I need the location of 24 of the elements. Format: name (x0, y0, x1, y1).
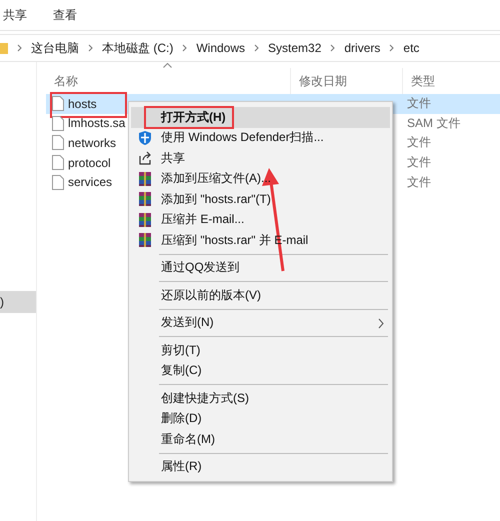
menu-label: 还原以前的版本(V) (161, 286, 262, 304)
file-type: 文件 (406, 134, 432, 152)
file-name: services (68, 175, 112, 190)
file-name: protocol (68, 156, 111, 170)
menu-label: 打开方式(H) (161, 108, 227, 126)
file-name: networks (68, 136, 116, 150)
menu-label: 删除(D) (161, 410, 203, 428)
file-name: hosts (68, 96, 97, 111)
menu-label: 添加到 "hosts.rar"(T) (161, 190, 272, 208)
menu-label: 压缩并 E-mail... (161, 211, 246, 228)
file-type: 文件 (406, 95, 432, 112)
menu-label: 属性(R) (161, 458, 203, 476)
menu-label: 发送到(N) (161, 314, 215, 332)
file-type: 文件 (406, 174, 432, 191)
menu-label: 剪切(T) (161, 342, 202, 359)
menu-label: 通过QQ发送到 (161, 259, 241, 276)
file-name: lmhosts.sa (68, 116, 126, 130)
menu-label: 共享 (161, 150, 186, 167)
menu-label: 创建快捷方式(S) (161, 390, 250, 407)
file-type: 文件 (406, 154, 432, 172)
menu-label: 复制(C) (161, 362, 203, 380)
menu-label: 使用 Windows Defender扫描... (161, 129, 325, 146)
menu-label: 重命名(M) (161, 430, 216, 448)
file-type: SAM 文件 (406, 114, 462, 132)
